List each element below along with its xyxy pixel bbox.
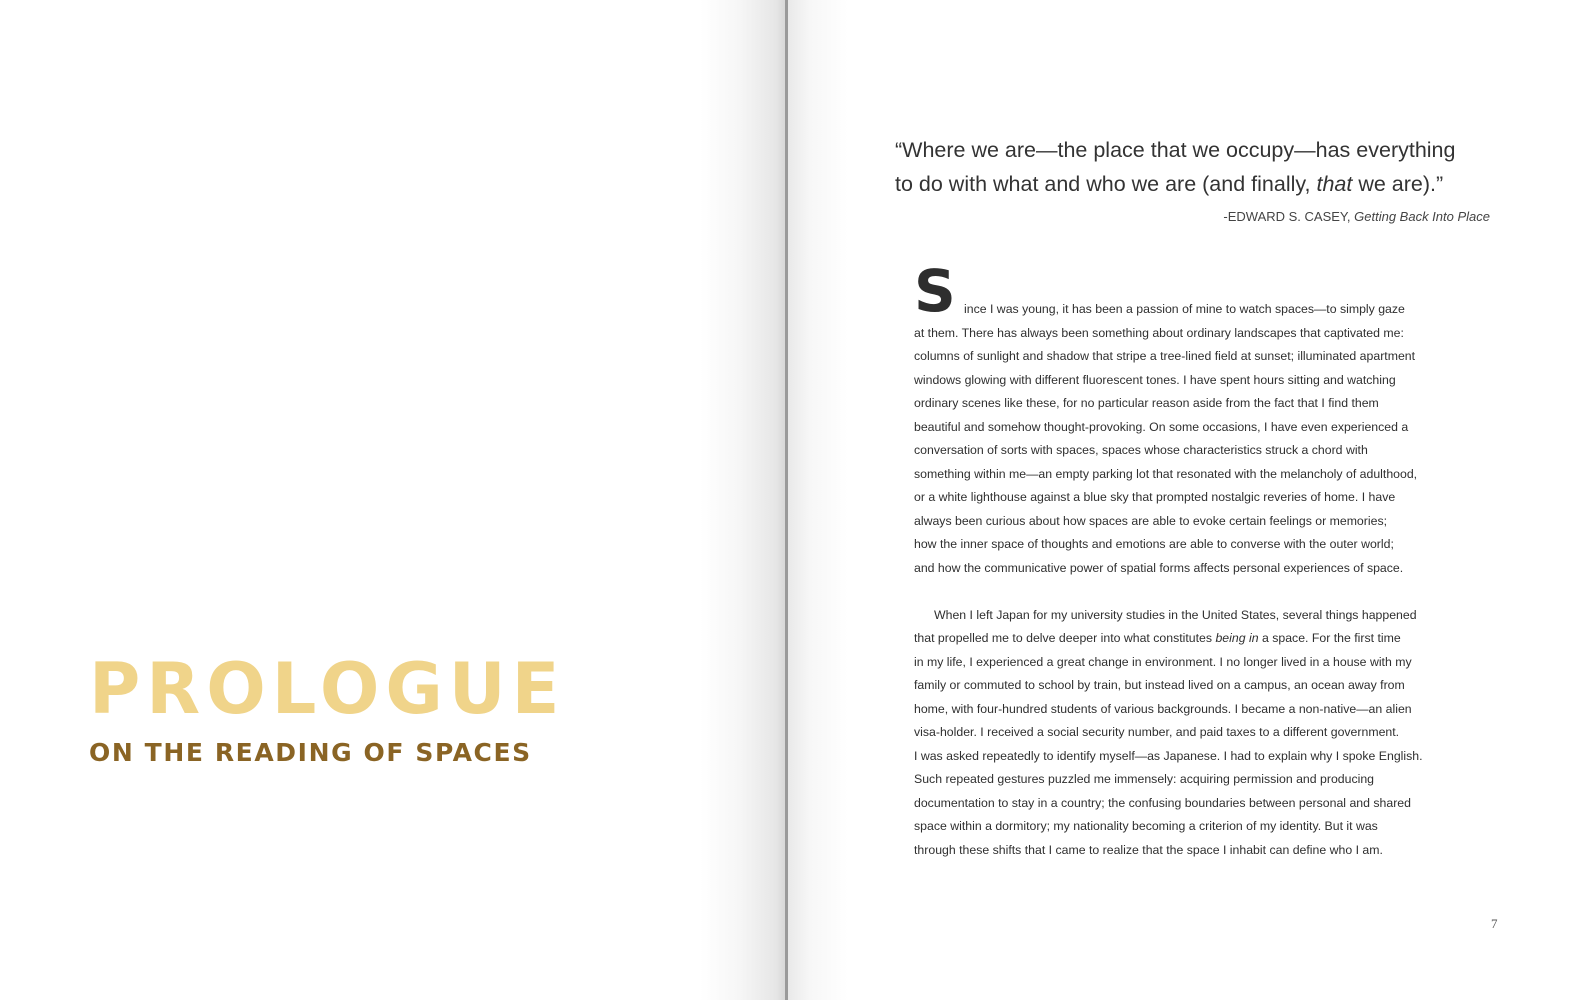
- paragraph-2-line: home, with four-hundred students of vari…: [914, 702, 1412, 716]
- chapter-subtitle: ON THE READING OF SPACES: [89, 738, 532, 767]
- epigraph-line-2-end: we are).”: [1352, 172, 1444, 196]
- paragraph-2-line: in my life, I experienced a great change…: [914, 655, 1412, 669]
- attribution-book-title: Getting Back Into Place: [1354, 209, 1490, 224]
- paragraph-1-line: something within me—an empty parking lot…: [914, 467, 1418, 481]
- paragraph-1-line: always been curious about how spaces are…: [914, 514, 1388, 528]
- book-spread: PROLOGUE ON THE READING OF SPACES “Where…: [0, 0, 1576, 1000]
- left-page: PROLOGUE ON THE READING OF SPACES: [0, 0, 786, 1000]
- paragraph-2-line: Such repeated gestures puzzled me immens…: [914, 772, 1375, 786]
- paragraph-1-line: windows glowing with different fluoresce…: [914, 373, 1396, 387]
- drop-cap-letter: S: [914, 257, 956, 325]
- epigraph-attribution: -EDWARD S. CASEY, Getting Back Into Plac…: [1223, 209, 1490, 224]
- paragraph-1-line: conversation of sorts with spaces, space…: [914, 443, 1368, 457]
- paragraph-1-line: ince I was young, it has been a passion …: [964, 302, 1405, 316]
- page-number: 7: [1491, 916, 1498, 931]
- paragraph-1-line: ordinary scenes like these, for no parti…: [914, 396, 1379, 410]
- chapter-title: PROLOGUE: [89, 648, 566, 730]
- epigraph-line-1: “Where we are—the place that we occupy—h…: [895, 138, 1456, 162]
- attribution-author: -EDWARD S. CASEY,: [1223, 209, 1355, 224]
- paragraph-1-line: or a white lighthouse against a blue sky…: [914, 490, 1396, 504]
- paragraph-1-line: how the inner space of thoughts and emot…: [914, 537, 1394, 551]
- paragraph-2-text: that propelled me to delve deeper into w…: [914, 631, 1216, 645]
- paragraph-2-emphasis: being in: [1215, 631, 1259, 645]
- paragraph-2-line: documentation to stay in a country; the …: [914, 796, 1411, 810]
- paragraph-2-text: a space. For the first time: [1258, 631, 1401, 645]
- right-page: “Where we are—the place that we occupy—h…: [788, 0, 1576, 1000]
- paragraph-1-line: and how the communicative power of spati…: [914, 561, 1404, 575]
- epigraph-emphasis: that: [1316, 172, 1353, 196]
- paragraph-2-line: family or commuted to school by train, b…: [914, 678, 1405, 692]
- paragraph-2-line: visa-holder. I received a social securit…: [914, 725, 1400, 739]
- paragraph-1-line: beautiful and somehow thought-provoking.…: [914, 420, 1409, 434]
- epigraph-line-2-start: to do with what and who we are (and fina…: [895, 172, 1317, 196]
- paragraph-2-line: that propelled me to delve deeper into w…: [914, 631, 1401, 645]
- paragraph-1-line: columns of sunlight and shadow that stri…: [914, 349, 1416, 363]
- paragraph-1-line: at them. There has always been something…: [914, 326, 1404, 340]
- epigraph-quote: “Where we are—the place that we occupy—h…: [895, 133, 1495, 201]
- paragraph-2-line: I was asked repeatedly to identify mysel…: [914, 749, 1423, 763]
- paragraph-2-line: space within a dormitory; my nationality…: [914, 819, 1378, 833]
- paragraph-2-line: When I left Japan for my university stud…: [934, 608, 1417, 622]
- paragraph-2-line: through these shifts that I came to real…: [914, 843, 1383, 857]
